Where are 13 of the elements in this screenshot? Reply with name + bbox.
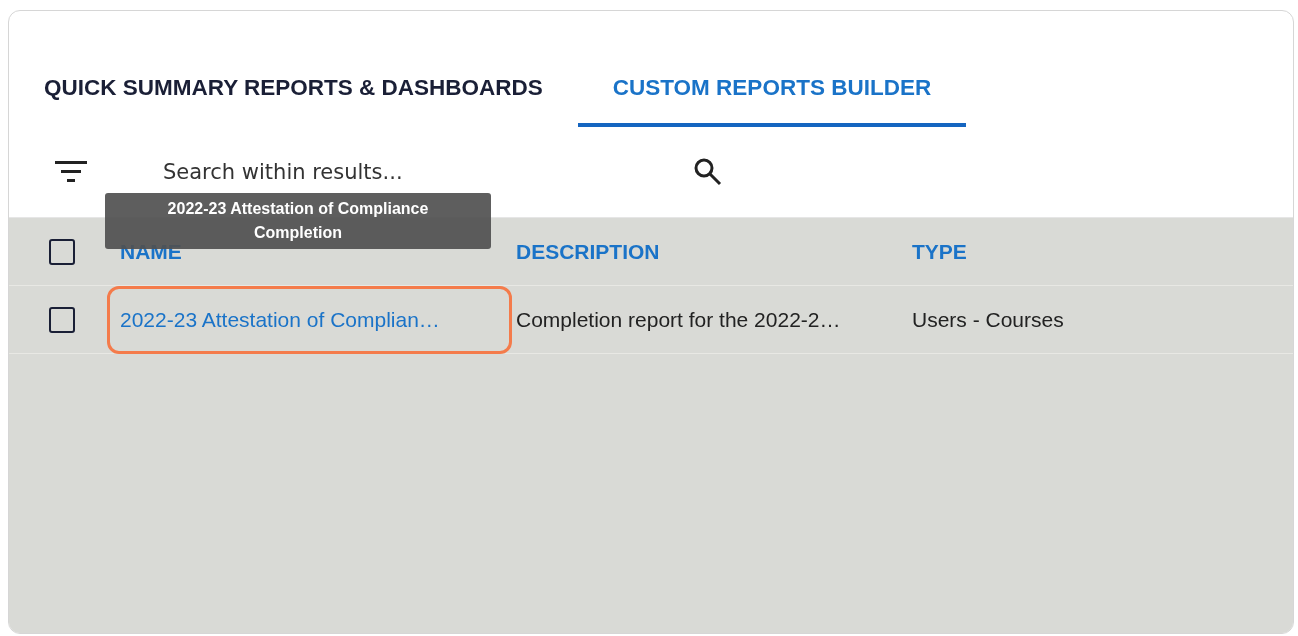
table-cell: Users - Courses xyxy=(912,307,1064,331)
checkbox[interactable] xyxy=(49,306,75,333)
column-header[interactable]: DESCRIPTION xyxy=(516,239,660,263)
tab[interactable]: CUSTOM REPORTS BUILDER xyxy=(577,61,967,127)
search-icon[interactable] xyxy=(693,157,723,187)
tooltip: 2022-23 Attestation of Compliance Completion xyxy=(105,192,491,249)
search-field[interactable]: Search within results... xyxy=(161,159,665,185)
report-link[interactable]: 2022-23 Attestation of Complian… xyxy=(120,307,440,331)
filter-icon[interactable] xyxy=(55,161,87,183)
tab[interactable]: QUICK SUMMARY REPORTS & DASHBOARDS xyxy=(9,61,578,127)
table-cell: Completion report for the 2022-2… xyxy=(516,307,841,331)
checkbox[interactable] xyxy=(49,238,75,265)
column-header[interactable]: TYPE xyxy=(912,239,967,263)
